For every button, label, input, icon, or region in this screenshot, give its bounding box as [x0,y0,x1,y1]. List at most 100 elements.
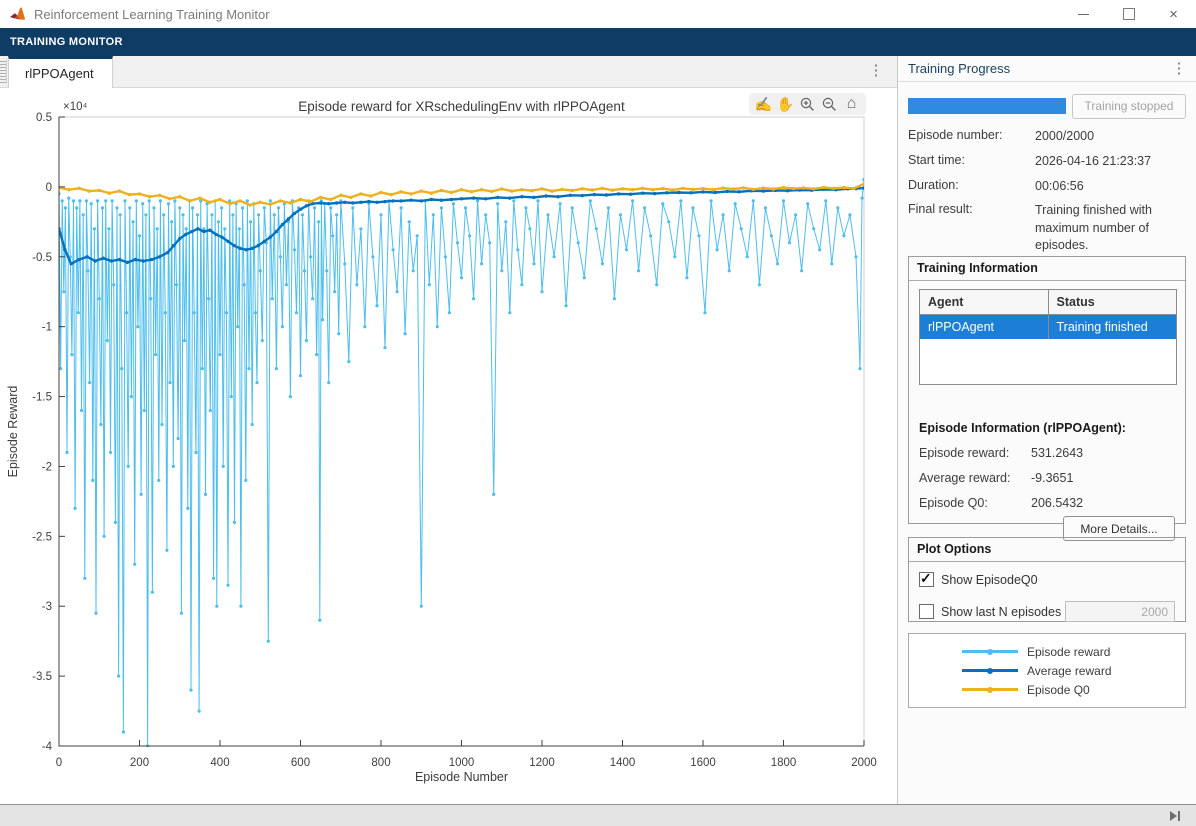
legend-line-sample [962,669,1018,672]
field-label: Average reward: [919,471,1011,485]
document-tab-bar: rlPPOAgent ⋮ [0,56,897,88]
legend-item-average-reward: Average reward [909,661,1185,680]
tab-rlppoagent[interactable]: rlPPOAgent [8,56,113,88]
tab-label: rlPPOAgent [25,66,94,81]
legend-marker-dot [987,668,993,674]
x-tick-label: 0 [56,757,62,769]
field-value: 2000/2000 [1035,128,1190,146]
field-value: -9.3651 [1031,471,1073,485]
ribbon-tab-label[interactable]: TRAINING MONITOR [10,36,123,48]
group-title: Training Information [909,257,1185,281]
x-tick-label: 600 [291,757,310,769]
restore-view-button[interactable]: ⌂ [842,94,861,114]
legend-item-episode-reward: Episode reward [909,642,1185,661]
legend-label: Episode reward [1027,645,1132,659]
x-tick-label: 800 [371,757,390,769]
checkbox-label: Show last N episodes [941,605,1061,619]
table-header-row: Agent Status [920,290,1176,315]
pan-icon: ✋ [777,97,794,111]
training-stopped-button[interactable]: Training stopped [1072,94,1186,119]
home-icon: ⌂ [847,97,857,111]
group-title: Plot Options [909,538,1185,562]
field-label: Final result: [908,202,973,216]
panel-grip-handle[interactable] [0,59,7,84]
x-tick-label: 1200 [529,757,555,769]
kebab-menu-icon: ⋮ [869,62,884,79]
chart-legend: Episode reward Average reward Episode Q0 [908,633,1186,708]
export-button[interactable]: ✍ [754,94,773,114]
checkmark-icon: ✓ [920,570,932,587]
field-value: 2026-04-16 21:23:37 [1035,153,1190,171]
more-details-label: More Details... [1080,522,1157,536]
y-tick-label: -1.5 [32,392,52,404]
zoom-out-icon [821,96,838,113]
export-icon: ✍ [755,97,772,111]
maximize-button[interactable] [1106,0,1151,28]
zoom-in-button[interactable] [798,94,817,114]
window-controls: × [1061,0,1196,28]
episode-q0-row: Episode Q0: 206.5432 [919,496,1175,510]
checkbox[interactable]: ✓ [919,604,934,619]
field-label: Start time: [908,153,965,167]
y-tick-label: 0.5 [36,112,52,124]
x-tick-label: 200 [130,757,149,769]
plot-options-group: Plot Options ✓ Show EpisodeQ0 ✓ Show las… [908,537,1186,622]
y-tick-label: -1 [42,322,52,334]
close-button[interactable]: × [1151,0,1196,28]
training-information-group: Training Information Agent Status rlPPOA… [908,256,1186,524]
title-bar: Reinforcement Learning Training Monitor … [0,0,1196,28]
agent-table-row[interactable]: rlPPOAgent Training finished [920,315,1176,339]
y-tick-label: -0.5 [32,252,52,264]
average-reward-row: Average reward: -9.3651 [919,471,1175,485]
agent-cell: rlPPOAgent [920,315,1048,339]
panel-header: Training Progress ⋮ [898,56,1196,82]
episode-reward-row: Episode reward: 531.2643 [919,446,1175,460]
checkbox[interactable]: ✓ [919,572,934,587]
x-tick-label: 1400 [610,757,636,769]
x-tick-label: 1000 [449,757,475,769]
field-label: Episode reward: [919,446,1009,460]
y-axis-label: Episode Reward [6,386,20,478]
column-header-agent: Agent [920,290,1048,314]
skip-end-icon [1170,811,1177,821]
zoom-in-icon [799,96,816,113]
minimize-icon [1078,14,1089,15]
y-axis-multiplier: ×10⁴ [63,101,88,113]
checkbox-label: Show EpisodeQ0 [941,573,1038,587]
maximize-icon [1123,8,1135,20]
legend-label: Episode Q0 [1027,683,1132,697]
episode-information-title: Episode Information (rlPPOAgent): [919,421,1126,435]
panel-content: Training stopped Episode number: 2000/20… [898,82,1196,805]
legend-label: Average reward [1027,664,1132,678]
axes-toolbar: ✍ ✋ ⌂ [749,93,866,115]
chart-title: Episode reward for XRschedulingEnv with … [298,99,625,114]
field-value: 206.5432 [1031,496,1083,510]
expand-statusbar-button[interactable] [1168,809,1182,823]
legend-line-sample [962,650,1018,653]
training-stopped-label: Training stopped [1085,99,1174,113]
zoom-out-button[interactable] [820,94,839,114]
document-menu-button[interactable]: ⋮ [867,64,885,78]
field-label: Episode Q0: [919,496,988,510]
n-episodes-input[interactable] [1065,601,1175,622]
field-value: 00:06:56 [1035,178,1190,196]
progress-bar-fill [908,98,1066,114]
minimize-button[interactable] [1061,0,1106,28]
show-episodeq0-row: ✓ Show EpisodeQ0 [919,572,1175,587]
reward-chart: 02004006008001000120014001600180020000.5… [0,88,897,804]
matlab-logo-icon [9,6,26,23]
chart-document-panel: 02004006008001000120014001600180020000.5… [0,88,897,804]
progress-bar [908,98,1066,114]
pan-button[interactable]: ✋ [776,94,795,114]
y-tick-label: 0 [46,182,52,194]
table-empty-area [920,339,1176,384]
x-tick-label: 1600 [690,757,716,769]
column-header-status: Status [1048,290,1177,314]
panel-menu-button[interactable]: ⋮ [1170,62,1188,76]
legend-item-episode-q0: Episode Q0 [909,680,1185,699]
x-tick-label: 400 [210,757,229,769]
y-tick-label: -2 [42,461,52,473]
status-bar [0,804,1196,826]
field-label: Episode number: [908,128,1003,142]
legend-marker-dot [987,687,993,693]
